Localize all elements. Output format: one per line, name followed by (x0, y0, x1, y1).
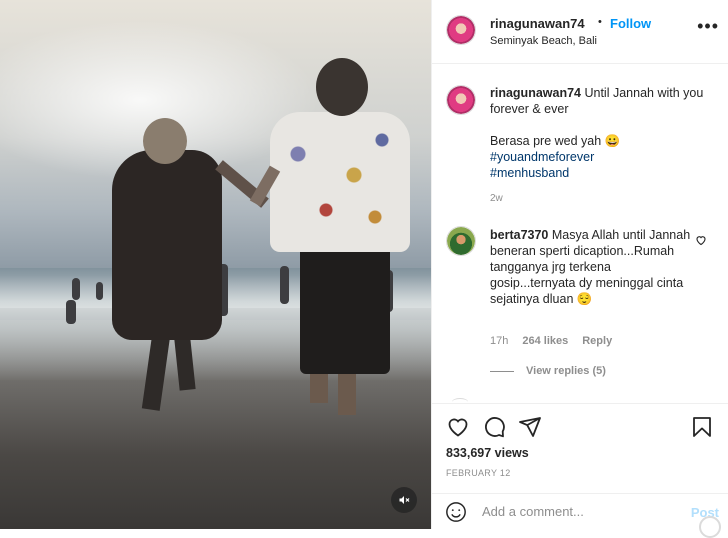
caption-username[interactable]: rinagunawan74 (490, 86, 581, 100)
post-actions: 833,697 views FEBRUARY 12 (432, 403, 728, 493)
hashtag-link[interactable]: #youandmeforever (490, 149, 715, 165)
comment-item: berta7370 Masya Allah until Jannah bener… (490, 227, 695, 307)
replies-line (490, 370, 514, 372)
man-shirt (270, 112, 410, 252)
caption-avatar[interactable] (446, 85, 476, 115)
bystander-figure (96, 282, 103, 300)
separator-dot: • (598, 16, 602, 28)
location-link[interactable]: Seminyak Beach, Bali (490, 35, 597, 47)
emoji-icon[interactable] (445, 501, 467, 523)
mute-button[interactable] (391, 487, 417, 513)
comment-form: Post (432, 493, 728, 538)
more-horizontal-icon[interactable]: ••• (697, 17, 719, 35)
man-head (316, 58, 368, 116)
comment-meta: 17h 264 likes Reply (490, 335, 612, 347)
follow-button[interactable]: Follow (610, 16, 651, 31)
bystander-figure (66, 300, 76, 324)
caption: rinagunawan74 Until Jannah with you fore… (490, 85, 715, 181)
view-count[interactable]: 833,697 views (446, 446, 529, 460)
instagram-post: rinagunawan74 • Follow Seminyak Beach, B… (0, 0, 728, 538)
commenter-username[interactable]: berta7370 (490, 228, 548, 242)
bookmark-icon[interactable] (690, 415, 714, 439)
hashtag-link[interactable]: #menhusband (490, 165, 715, 181)
share-icon[interactable] (518, 415, 542, 439)
woman-hijab (143, 118, 187, 164)
comment-timestamp[interactable]: 17h (490, 335, 508, 347)
post-video[interactable] (0, 0, 431, 529)
scroll-knob[interactable] (699, 516, 721, 538)
comment-like-icon[interactable] (695, 234, 707, 249)
comment-likes[interactable]: 264 likes (522, 335, 568, 347)
heart-icon[interactable] (446, 415, 470, 439)
post-date[interactable]: FEBRUARY 12 (446, 468, 511, 478)
post-sidebar: rinagunawan74 • Follow Seminyak Beach, B… (431, 0, 728, 538)
bystander-figure (280, 266, 289, 304)
reply-button[interactable]: Reply (582, 335, 612, 347)
comments-list[interactable]: rinagunawan74 Until Jannah with you fore… (432, 65, 728, 403)
caption-timestamp[interactable]: 2w (490, 193, 503, 204)
view-replies-button[interactable]: View replies (5) (490, 365, 606, 377)
post-header: rinagunawan74 • Follow Seminyak Beach, B… (432, 0, 728, 64)
comment-input[interactable] (482, 504, 672, 519)
woman-figure (112, 150, 222, 340)
caption-text-2: Berasa pre wed yah 😀 (490, 134, 621, 148)
view-replies-label: View replies (5) (526, 365, 606, 377)
speaker-muted-icon (399, 496, 410, 504)
author-username[interactable]: rinagunawan74 (490, 16, 585, 31)
man-pants (300, 244, 390, 374)
commenter-avatar[interactable] (446, 226, 476, 256)
comment-icon[interactable] (482, 415, 506, 439)
avatar[interactable] (446, 15, 476, 45)
bystander-figure (72, 278, 80, 300)
